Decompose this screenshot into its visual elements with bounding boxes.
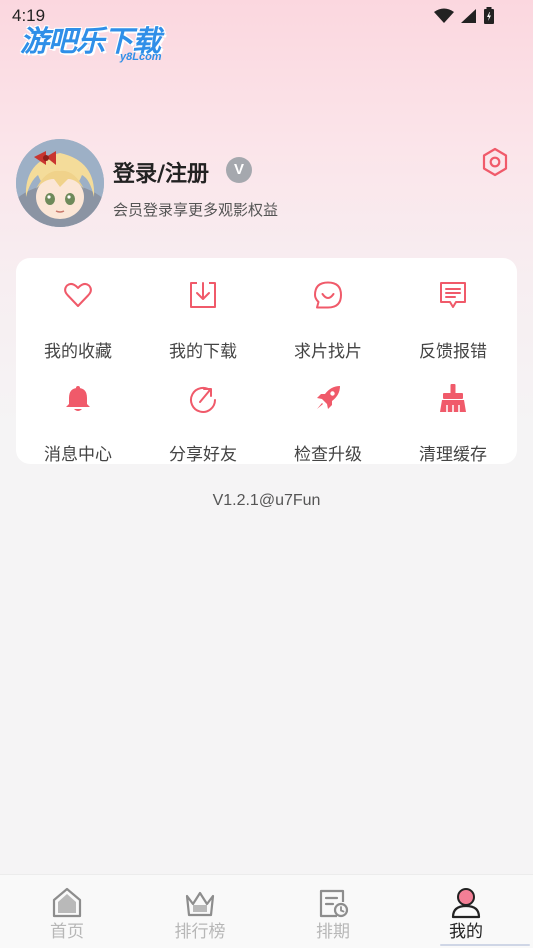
menu-item-label: 我的收藏 — [44, 342, 112, 362]
menu-card: 我的收藏 我的下载 求片找片 反馈报错 消息中心 分享好友 检查升级 清理缓存 — [16, 258, 517, 465]
menu-item-label: 消息中心 — [44, 445, 112, 465]
menu-item-label: 反馈报错 — [419, 342, 487, 362]
broom-icon — [440, 384, 466, 412]
bottom-nav: 首页 排行榜 排期 我的 — [0, 874, 533, 948]
schedule-icon — [319, 889, 349, 918]
profile-icon — [451, 888, 481, 919]
menu-item-label: 我的下载 — [169, 342, 237, 362]
nav-tab-home[interactable]: 首页 — [17, 875, 117, 948]
nav-tab-ranking[interactable]: 排行榜 — [150, 875, 250, 948]
nav-tab-schedule[interactable]: 排期 — [283, 875, 383, 948]
nav-tab-label: 排行榜 — [174, 922, 226, 942]
wifi-icon — [434, 8, 454, 23]
menu-item-downloads[interactable]: 我的下载 — [148, 280, 258, 362]
rocket-icon — [317, 386, 340, 409]
avatar[interactable] — [16, 139, 104, 227]
nav-tab-label: 我的 — [449, 922, 483, 942]
home-icon — [52, 887, 82, 918]
nav-tab-label: 排期 — [316, 922, 350, 942]
menu-item-label: 检查升级 — [294, 445, 362, 465]
signal-icon — [461, 9, 476, 23]
share-icon — [190, 386, 216, 413]
nav-tab-label: 首页 — [50, 922, 84, 942]
bell-icon — [66, 386, 90, 411]
logo-subtext: y8Lcom — [120, 51, 162, 63]
menu-item-clear-cache[interactable]: 清理缓存 — [398, 383, 508, 465]
settings-button[interactable] — [480, 147, 510, 177]
chat-smile-icon — [314, 281, 342, 309]
avatar-image — [16, 139, 104, 227]
settings-hexagon-icon — [482, 147, 508, 177]
nav-tab-mine[interactable]: 我的 — [416, 875, 516, 948]
menu-item-favorites[interactable]: 我的收藏 — [23, 280, 133, 362]
version-text: V1.2.1@u7Fun — [212, 492, 321, 509]
login-register-title[interactable]: 登录/注册 — [113, 156, 209, 188]
menu-item-label: 分享好友 — [169, 445, 237, 465]
app-logo: 游吧乐下载 y8Lcom — [20, 18, 162, 63]
home-indicator[interactable] — [440, 944, 530, 946]
menu-item-feedback[interactable]: 反馈报错 — [398, 280, 508, 362]
login-subtitle: 会员登录享更多观影权益 — [113, 201, 279, 219]
menu-item-share[interactable]: 分享好友 — [148, 383, 258, 465]
feedback-icon — [440, 282, 466, 308]
menu-item-update[interactable]: 检查升级 — [273, 383, 383, 465]
battery-icon — [484, 7, 494, 24]
ranking-icon — [185, 891, 215, 917]
menu-item-request[interactable]: 求片找片 — [273, 280, 383, 362]
download-icon — [190, 282, 216, 308]
vip-badge: V — [226, 157, 252, 183]
heart-icon — [64, 282, 92, 307]
status-icons — [434, 7, 495, 25]
menu-item-messages[interactable]: 消息中心 — [23, 383, 133, 465]
menu-item-label: 求片找片 — [294, 342, 362, 362]
menu-item-label: 清理缓存 — [419, 445, 487, 465]
